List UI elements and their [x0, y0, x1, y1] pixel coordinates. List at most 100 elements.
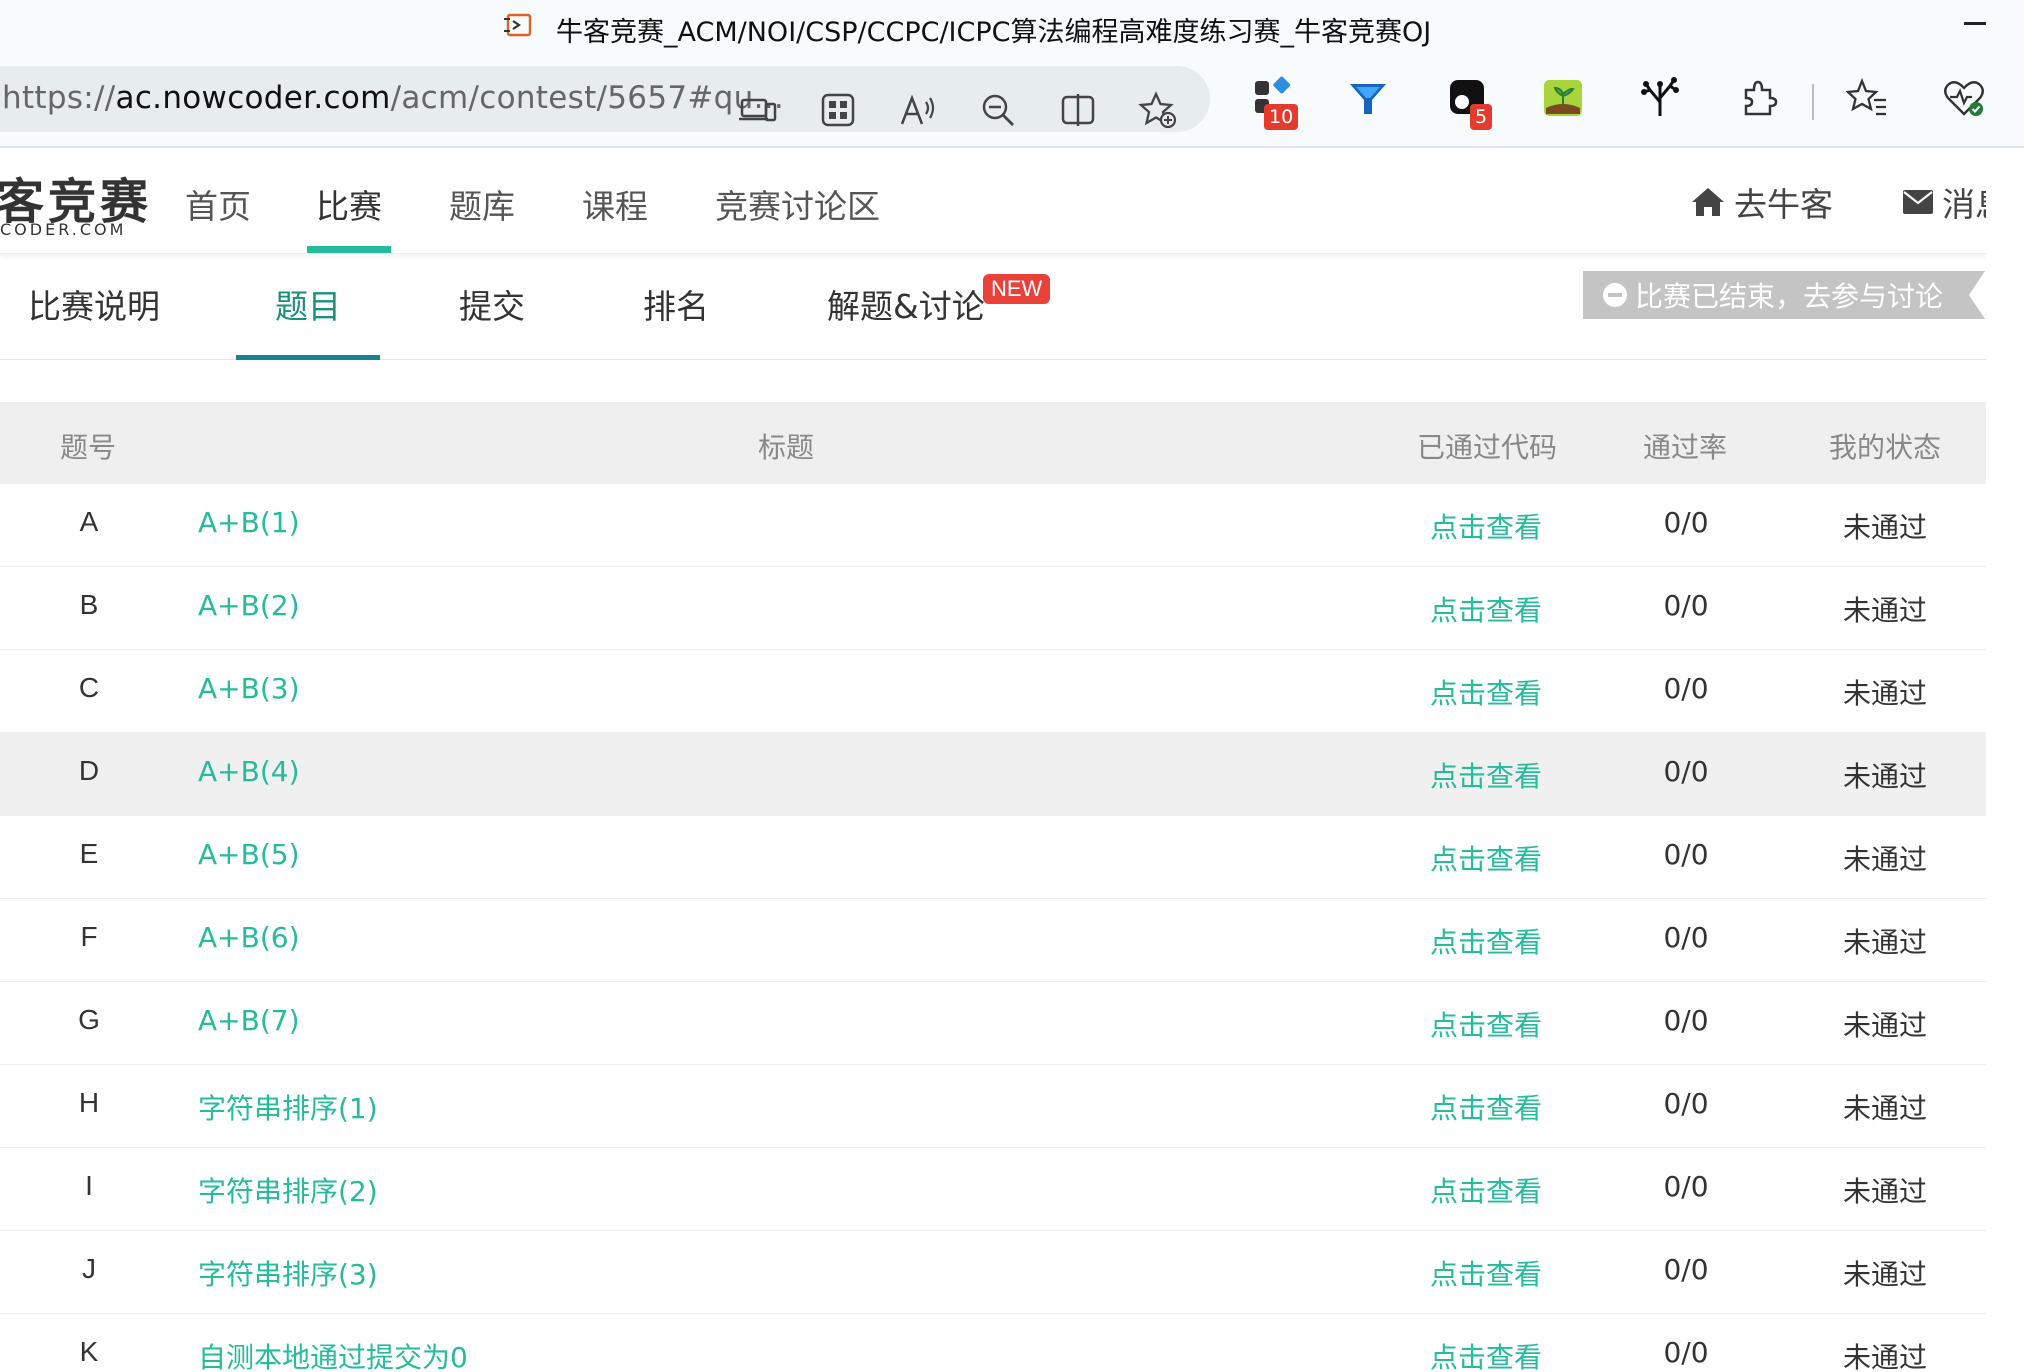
extensions-icon[interactable]: [1736, 76, 1780, 120]
add-favorite-icon[interactable]: [1138, 90, 1178, 130]
table-row[interactable]: C A+B(3) 点击查看 0/0 未通过: [0, 650, 1986, 733]
problem-title-link[interactable]: A+B(4): [198, 755, 300, 788]
browser-essentials-icon[interactable]: [1942, 76, 1986, 120]
problem-id: K: [79, 1336, 99, 1367]
problem-title-link[interactable]: A+B(1): [198, 506, 300, 539]
table-row[interactable]: I 字符串排序(2) 点击查看 0/0 未通过: [0, 1148, 1986, 1231]
pass-rate: 0/0: [1663, 755, 1709, 788]
browser-title-bar: 牛客竞赛_ACM/NOI/CSP/CCPC/ICPC算法编程高难度练习赛_牛客竞…: [0, 0, 2024, 54]
tab-active-indicator: [236, 355, 380, 360]
url-path: /acm/contest/5657#qu...: [390, 80, 785, 116]
view-passed-code-link[interactable]: 点击查看: [1430, 506, 1542, 546]
tab-solutions-discussion[interactable]: 解题&讨论: [827, 280, 985, 328]
extension-sprout-icon[interactable]: [1542, 76, 1586, 120]
zoom-out-icon[interactable]: [978, 90, 1018, 130]
view-passed-code-link[interactable]: 点击查看: [1430, 838, 1542, 878]
problem-title-link[interactable]: A+B(7): [198, 1004, 300, 1037]
table-row[interactable]: E A+B(5) 点击查看 0/0 未通过: [0, 816, 1986, 899]
view-passed-code-link[interactable]: 点击查看: [1430, 1087, 1542, 1127]
table-row[interactable]: F A+B(6) 点击查看 0/0 未通过: [0, 899, 1986, 982]
nav-home[interactable]: 首页: [185, 180, 251, 228]
pass-rate: 0/0: [1663, 1253, 1709, 1286]
nav-problem-bank[interactable]: 题库: [449, 180, 515, 228]
nav-courses[interactable]: 课程: [582, 180, 648, 228]
problems-table: 题号 标题 已通过代码 通过率 我的状态 A A+B(1) 点击查看 0/0 未通过 B A…: [0, 402, 1986, 1372]
extension-puzzle-blocks[interactable]: 10: [1252, 76, 1300, 130]
read-aloud-icon[interactable]: [898, 90, 938, 130]
url-text[interactable]: https://ac.nowcoder.com/acm/contest/5657…: [2, 80, 784, 116]
view-passed-code-link[interactable]: 点击查看: [1430, 921, 1542, 961]
problem-title-link[interactable]: A+B(2): [198, 589, 300, 622]
new-badge: NEW: [983, 274, 1051, 304]
view-passed-code-link[interactable]: 点击查看: [1430, 755, 1542, 795]
header-passed-code: 已通过代码: [1417, 431, 1558, 464]
nav-active-indicator: [307, 246, 391, 253]
view-passed-code-link[interactable]: 点击查看: [1430, 672, 1542, 712]
problem-id: J: [82, 1253, 96, 1284]
favorites-icon[interactable]: [1846, 76, 1890, 120]
view-passed-code-link[interactable]: 点击查看: [1430, 1336, 1542, 1372]
split-screen-icon[interactable]: [1058, 90, 1098, 130]
table-body: A A+B(1) 点击查看 0/0 未通过 B A+B(2) 点击查看 0/0 未通过 C A+B(3…: [0, 484, 1986, 1372]
header-title: 标题: [758, 431, 815, 464]
app-available-icon[interactable]: [738, 90, 778, 130]
pass-rate: 0/0: [1663, 1004, 1709, 1037]
extension-funnel-icon[interactable]: [1346, 76, 1390, 120]
table-row[interactable]: H 字符串排序(1) 点击查看 0/0 未通过: [0, 1065, 1986, 1148]
problem-title-link[interactable]: 字符串排序(2): [198, 1170, 378, 1210]
site-favicon-icon: [504, 13, 532, 37]
problem-title-link[interactable]: 字符串排序(3): [198, 1253, 378, 1293]
extension-badge: 5: [1470, 104, 1493, 130]
site-logo-subtitle: CODER.COM: [0, 220, 127, 239]
header-pass-rate: 通过率: [1643, 431, 1728, 464]
nav-discussion[interactable]: 竞赛讨论区: [715, 180, 880, 228]
my-status: 未通过: [1843, 843, 1928, 876]
table-row[interactable]: B A+B(2) 点击查看 0/0 未通过: [0, 567, 1986, 650]
problem-title-link[interactable]: 字符串排序(1): [198, 1087, 378, 1127]
url-host: ac.nowcoder.com: [115, 80, 391, 116]
extension-dark-reader[interactable]: 5: [1446, 76, 1494, 130]
my-status: 未通过: [1843, 1258, 1928, 1291]
my-status: 未通过: [1843, 1092, 1928, 1125]
problem-title-link[interactable]: A+B(5): [198, 838, 300, 871]
table-row[interactable]: D A+B(4) 点击查看 0/0 未通过: [0, 733, 1986, 816]
tab-ranking[interactable]: 排名: [643, 280, 709, 328]
go-nowcoder-label: 去牛客: [1734, 185, 1833, 224]
address-bar[interactable]: https://ac.nowcoder.com/acm/contest/5657…: [0, 66, 1210, 132]
minimize-button[interactable]: [1964, 22, 1986, 25]
table-header: 题号 标题 已通过代码 通过率 我的状态: [0, 402, 1986, 484]
extension-tree-icon[interactable]: [1638, 76, 1682, 120]
nav-contests[interactable]: 比赛: [316, 180, 382, 228]
problem-title-link[interactable]: A+B(6): [198, 921, 300, 954]
problem-id: E: [79, 838, 99, 869]
my-status: 未通过: [1843, 760, 1928, 793]
minus-circle-icon: [1603, 283, 1627, 307]
pass-rate: 0/0: [1663, 838, 1709, 871]
table-row[interactable]: A A+B(1) 点击查看 0/0 未通过: [0, 484, 1986, 567]
extension-badge: 10: [1264, 104, 1299, 130]
table-row[interactable]: K 自测本地通过提交为0 点击查看 0/0 未通过: [0, 1314, 1986, 1372]
table-row[interactable]: G A+B(7) 点击查看 0/0 未通过: [0, 982, 1986, 1065]
problem-title-link[interactable]: 自测本地通过提交为0: [198, 1336, 468, 1372]
view-passed-code-link[interactable]: 点击查看: [1430, 1170, 1542, 1210]
problem-id: B: [79, 589, 99, 620]
apps-grid-icon[interactable]: [818, 90, 858, 130]
go-nowcoder-link[interactable]: 去牛客: [1690, 178, 1833, 226]
view-passed-code-link[interactable]: 点击查看: [1430, 1253, 1542, 1293]
problem-id: F: [80, 921, 98, 952]
table-row[interactable]: J 字符串排序(3) 点击查看 0/0 未通过: [0, 1231, 1986, 1314]
problem-id: C: [78, 672, 100, 703]
my-status: 未通过: [1843, 1341, 1928, 1372]
problem-title-link[interactable]: A+B(3): [198, 672, 300, 705]
pass-rate: 0/0: [1663, 1170, 1709, 1203]
url-scheme: https://: [2, 80, 116, 116]
tab-submit[interactable]: 提交: [459, 280, 525, 328]
contest-ended-banner[interactable]: 比赛已结束，去参与讨论: [1583, 271, 1985, 319]
tab-problems[interactable]: 题目: [275, 280, 341, 328]
view-passed-code-link[interactable]: 点击查看: [1430, 1004, 1542, 1044]
my-status: 未通过: [1843, 511, 1928, 544]
view-passed-code-link[interactable]: 点击查看: [1430, 589, 1542, 629]
problem-id: I: [85, 1170, 93, 1201]
my-status: 未通过: [1843, 594, 1928, 627]
tab-contest-info[interactable]: 比赛说明: [28, 280, 160, 328]
